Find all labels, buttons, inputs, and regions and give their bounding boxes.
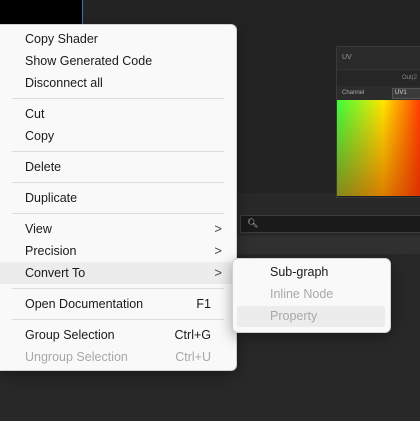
- submenu-item-property: Property: [237, 306, 385, 327]
- submenu-item-label: Property: [270, 309, 318, 323]
- menu-item-label: Duplicate: [25, 191, 78, 205]
- channel-dropdown[interactable]: UV1: [392, 88, 420, 99]
- chevron-right-icon: >: [214, 243, 222, 258]
- context-menu: Copy Shader Show Generated Code Disconne…: [0, 24, 237, 371]
- node-preview: [337, 100, 420, 196]
- menu-item-copy-shader[interactable]: Copy Shader: [0, 28, 236, 50]
- menu-item-label: Copy: [25, 129, 55, 143]
- submenu-item-label: Sub-graph: [270, 265, 329, 279]
- convert-to-submenu: Sub-graph Inline Node Property: [232, 258, 391, 333]
- menu-item-label: Precision: [25, 244, 77, 258]
- chevron-right-icon: >: [214, 265, 222, 280]
- menu-item-label: Disconnect all: [25, 76, 103, 90]
- menu-item-label: Cut: [25, 107, 45, 121]
- submenu-item-label: Inline Node: [270, 287, 334, 301]
- uv-node[interactable]: UV Out(2 Channel UV1: [336, 46, 420, 198]
- menu-item-duplicate[interactable]: Duplicate: [0, 187, 236, 209]
- menu-item-convert-to[interactable]: Convert To >: [0, 262, 236, 284]
- menu-item-label: Copy Shader: [25, 32, 98, 46]
- menu-item-label: Show Generated Code: [25, 54, 153, 68]
- menu-separator: [12, 151, 224, 152]
- menu-item-label: Convert To: [25, 266, 86, 280]
- menu-separator: [12, 319, 224, 320]
- menu-item-copy[interactable]: Copy: [0, 125, 236, 147]
- menu-item-label: Open Documentation: [25, 297, 144, 311]
- shortcut-label: Ctrl+U: [175, 350, 211, 364]
- submenu-item-sub-graph[interactable]: Sub-graph: [237, 262, 385, 283]
- menu-separator: [12, 288, 224, 289]
- menu-item-label: View: [25, 222, 52, 236]
- menu-item-cut[interactable]: Cut: [0, 103, 236, 125]
- node-title: UV: [337, 47, 420, 70]
- menu-item-open-documentation[interactable]: Open Documentation F1: [0, 293, 236, 315]
- menu-item-label: Group Selection: [25, 328, 115, 342]
- menu-item-delete[interactable]: Delete: [0, 156, 236, 178]
- channel-label: Channel: [342, 90, 365, 96]
- menu-item-ungroup-selection: Ungroup Selection Ctrl+U: [0, 346, 236, 368]
- menu-item-label: Ungroup Selection: [25, 350, 128, 364]
- top-left-panel: [0, 0, 83, 24]
- menu-item-group-selection[interactable]: Group Selection Ctrl+G: [0, 324, 236, 346]
- menu-item-precision[interactable]: Precision >: [0, 240, 236, 262]
- node-channel-row: Channel UV1: [337, 86, 420, 100]
- menu-separator: [12, 182, 224, 183]
- menu-separator: [12, 213, 224, 214]
- submenu-item-inline-node: Inline Node: [237, 284, 385, 305]
- shortcut-label: Ctrl+G: [174, 328, 211, 342]
- node-output-port[interactable]: Out(2: [337, 70, 420, 86]
- menu-item-label: Delete: [25, 160, 62, 174]
- menu-separator: [12, 98, 224, 99]
- menu-item-show-generated-code[interactable]: Show Generated Code: [0, 50, 236, 72]
- menu-item-disconnect-all[interactable]: Disconnect all: [0, 72, 236, 94]
- chevron-right-icon: >: [214, 221, 222, 236]
- menu-item-view[interactable]: View >: [0, 218, 236, 240]
- shortcut-label: F1: [196, 297, 211, 311]
- search-input[interactable]: 🔍︎: [240, 215, 420, 233]
- search-icon: 🔍︎: [247, 218, 259, 228]
